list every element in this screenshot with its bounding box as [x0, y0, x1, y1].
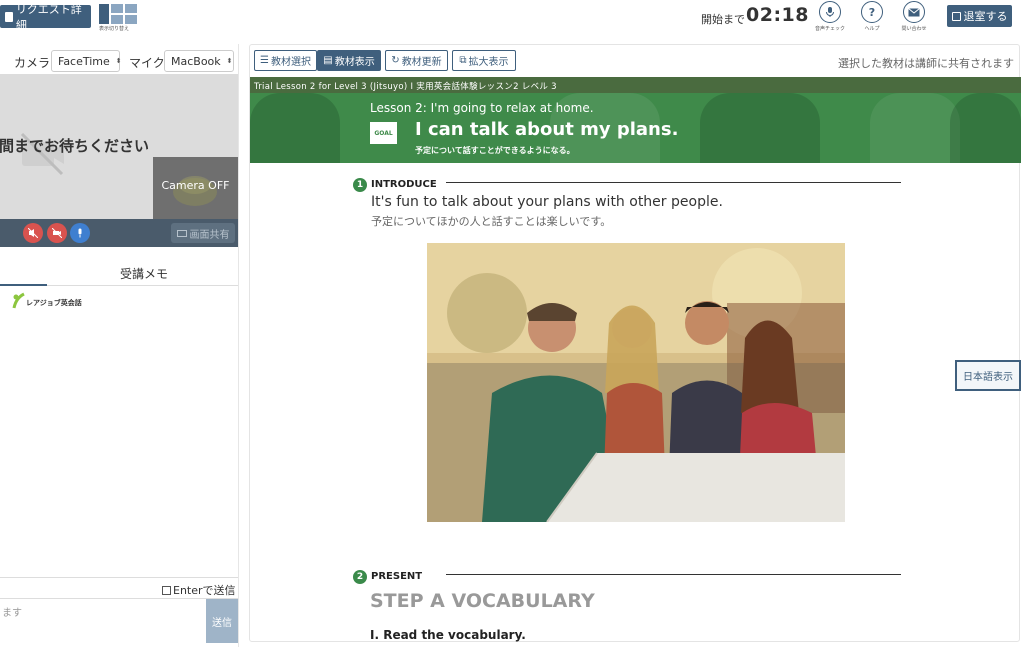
tab-memo[interactable]: 受講メモ: [120, 265, 168, 282]
video-off-icon: [52, 228, 62, 238]
tab-indicator: [0, 284, 47, 286]
video-controls: 画面共有: [0, 219, 238, 247]
speaker-mute-button[interactable]: [23, 223, 43, 243]
logo-mark-icon: [12, 292, 25, 309]
contact-caption: 問い合わせ: [901, 26, 927, 32]
enter-to-send-label: Enterで送信: [173, 584, 236, 597]
self-view: Camera OFF: [153, 157, 238, 220]
goal-badge: GOAL: [370, 122, 397, 144]
logo-text: レアジョブ英会話: [26, 299, 82, 307]
header: リクエスト詳細 表示切り替え 開始まで 02:18 音声チェック ? ヘルプ 問…: [0, 0, 1024, 36]
rarejob-logo: レアジョブ英会話: [12, 292, 82, 312]
left-panel: カメラ FaceTime ⬍ マイク MacBook ⬍ 間までお待ちください …: [0, 44, 239, 647]
enter-to-send-checkbox[interactable]: Enterで送信: [162, 582, 236, 598]
wait-message: 間までお待ちください: [0, 137, 150, 155]
book-icon: ▤: [323, 55, 333, 66]
mic-check-button[interactable]: 音声チェック: [810, 1, 850, 32]
refresh-material-button[interactable]: ↻ 教材更新: [385, 50, 448, 71]
request-details-label: リクエスト詳細: [15, 2, 82, 32]
goal-subtitle: 予定について話すことができるようになる。: [415, 146, 575, 155]
mic-toggle-button[interactable]: [70, 223, 90, 243]
show-material-button[interactable]: ▤ 教材表示: [317, 50, 381, 71]
camera-off-label: Camera OFF: [161, 179, 230, 192]
start-label: 開始まで: [701, 13, 745, 26]
select-arrows-icon: ⬍: [115, 57, 122, 65]
leave-room-button[interactable]: 退室する: [947, 5, 1012, 27]
leave-room-label: 退室する: [963, 10, 1008, 23]
camera-select[interactable]: FaceTime ⬍: [51, 50, 122, 72]
panel-divider: [238, 44, 239, 647]
refresh-material-label: 教材更新: [401, 57, 442, 68]
section-divider: [446, 574, 901, 575]
mic-check-icon: [819, 1, 841, 23]
mic-check-caption: 音声チェック: [814, 26, 845, 32]
screen-share-label: 画面共有: [189, 229, 230, 241]
layout-icon: [99, 4, 139, 24]
intro-english: It's fun to talk about your plans with o…: [371, 194, 723, 210]
send-button[interactable]: 送信: [206, 599, 238, 643]
speaker-off-icon: [28, 228, 38, 238]
mic-value: MacBook: [171, 54, 221, 68]
list-icon: ☰: [260, 55, 269, 66]
enlarge-label: 拡大表示: [468, 57, 509, 68]
friends-chatting-photo: [427, 243, 845, 522]
screen-share-icon: [176, 229, 187, 237]
select-material-label: 教材選択: [270, 57, 311, 68]
section-title-introduce: INTRODUCE: [371, 179, 437, 190]
lesson-banner: Lesson 2: I'm going to relax at home. GO…: [250, 93, 1021, 163]
lesson-strip: Trial Lesson 2 for Level 3 (Jitsuyo) I 実…: [250, 77, 1021, 93]
section-number: 1: [353, 178, 367, 192]
contact-button[interactable]: 問い合わせ: [894, 1, 934, 32]
help-button[interactable]: ? ヘルプ: [852, 1, 892, 32]
section-title-present: PRESENT: [371, 571, 423, 582]
mic-label: マイク: [129, 56, 165, 70]
tutor-video: 間までお待ちください Camera OFF: [0, 74, 238, 222]
step-title: STEP A VOCABULARY: [370, 590, 595, 612]
show-material-label: 教材表示: [334, 57, 375, 68]
section-number: 2: [353, 570, 367, 584]
device-selectors: カメラ FaceTime ⬍ マイク MacBook ⬍: [0, 48, 239, 74]
help-caption: ヘルプ: [864, 26, 880, 32]
banner-photo: [870, 93, 960, 163]
select-material-button[interactable]: ☰ 教材選択: [254, 50, 317, 71]
goal-text: I can talk about my plans.: [415, 119, 679, 140]
banner-photo: [700, 93, 820, 163]
material-panel: ☰ 教材選択 ▤ 教材表示 ↻ 教材更新 ⧉ 拡大表示 選択した教材は講師に共有…: [249, 44, 1024, 647]
refresh-icon: ↻: [391, 55, 400, 66]
screen-share-button[interactable]: 画面共有: [171, 223, 235, 243]
read-vocab-instruction: I. Read the vocabulary.: [370, 628, 526, 642]
chat-options: Enterで送信: [0, 577, 239, 599]
camera-label: カメラ: [14, 56, 51, 70]
memo-tabs: 受講メモ: [0, 258, 239, 286]
request-details-button[interactable]: リクエスト詳細: [0, 3, 91, 32]
mic-select[interactable]: MacBook ⬍: [164, 50, 234, 72]
exit-icon: [951, 11, 961, 21]
lesson-title: Lesson 2: I'm going to relax at home.: [370, 101, 594, 115]
checkbox-icon: [162, 585, 171, 595]
mail-icon: [903, 1, 925, 23]
layout-switch-caption: 表示切り替え: [99, 26, 130, 32]
chat-input[interactable]: ます: [0, 600, 206, 644]
intro-japanese: 予定についてほかの人と話すことは楽しいです。: [371, 215, 612, 228]
banner-photo: [250, 93, 340, 163]
microphone-icon: [78, 228, 82, 238]
camera-value: FaceTime: [58, 54, 110, 68]
select-arrows-icon: ⬍: [226, 57, 233, 65]
document-icon: [5, 11, 13, 22]
layout-switch-button[interactable]: 表示切り替え: [99, 4, 139, 32]
external-link-icon: ⧉: [459, 55, 467, 66]
help-icon: ?: [861, 1, 883, 23]
video-toggle-button[interactable]: [47, 223, 67, 243]
material-frame: ☰ 教材選択 ▤ 教材表示 ↻ 教材更新 ⧉ 拡大表示 選択した教材は講師に共有…: [249, 44, 1021, 642]
chat-placeholder: ます: [2, 608, 22, 619]
japanese-display-toggle[interactable]: 日本語表示: [955, 360, 1021, 391]
banner-photo: [950, 93, 1021, 163]
countdown-timer: 02:18: [746, 4, 809, 26]
section-divider: [446, 182, 901, 183]
share-note: 選択した教材は講師に共有されます: [838, 57, 1014, 70]
enlarge-button[interactable]: ⧉ 拡大表示: [452, 50, 516, 71]
